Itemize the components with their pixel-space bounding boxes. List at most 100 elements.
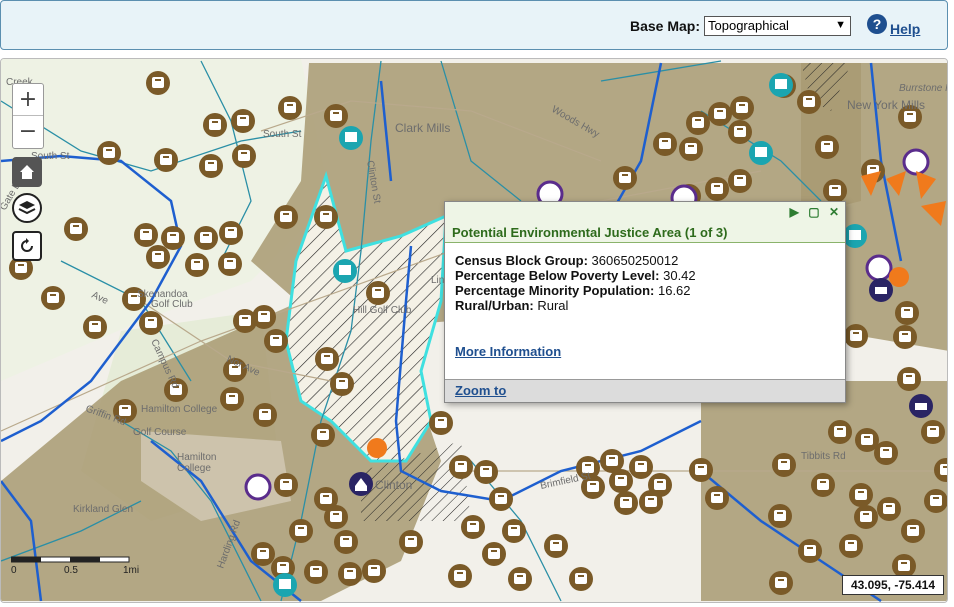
facility-marker-icon[interactable]: [823, 179, 847, 203]
help-link[interactable]: Help: [890, 21, 920, 37]
home-icon[interactable]: [12, 157, 42, 187]
close-icon[interactable]: ✕: [829, 205, 839, 219]
water-marker-icon[interactable]: [843, 224, 867, 248]
facility-marker-icon[interactable]: [653, 132, 677, 156]
facility-marker-icon[interactable]: [502, 519, 526, 543]
facility-marker-icon[interactable]: [613, 166, 637, 190]
facility-marker-icon[interactable]: [730, 96, 754, 120]
facility-marker-icon[interactable]: [895, 301, 919, 325]
facility-marker-icon[interactable]: [199, 154, 223, 178]
facility-marker-icon[interactable]: [154, 148, 178, 172]
facility-marker-icon[interactable]: [449, 455, 473, 479]
facility-marker-icon[interactable]: [874, 441, 898, 465]
facility-marker-icon[interactable]: [482, 542, 506, 566]
facility-marker-icon[interactable]: [311, 423, 335, 447]
facility-marker-icon[interactable]: [489, 487, 513, 511]
facility-marker-icon[interactable]: [399, 530, 423, 554]
facility-marker-icon[interactable]: [231, 109, 255, 133]
facility-marker-icon[interactable]: [338, 562, 362, 586]
water-marker-icon[interactable]: [749, 141, 773, 165]
facility-marker-icon[interactable]: [251, 542, 275, 566]
car-marker-icon[interactable]: [909, 394, 933, 418]
facility-marker-icon[interactable]: [844, 324, 868, 348]
facility-marker-icon[interactable]: [304, 560, 328, 584]
car-marker-icon[interactable]: [869, 278, 893, 302]
minus-icon[interactable]: −: [13, 116, 43, 147]
facility-marker-icon[interactable]: [728, 120, 752, 144]
help-icon[interactable]: ?: [867, 14, 887, 34]
water-marker-icon[interactable]: [339, 126, 363, 150]
facility-marker-icon[interactable]: [849, 483, 873, 507]
maximize-icon[interactable]: ▢: [808, 205, 819, 219]
facility-marker-icon[interactable]: [689, 458, 713, 482]
facility-marker-icon[interactable]: [544, 534, 568, 558]
facility-marker-icon[interactable]: [253, 403, 277, 427]
facility-marker-icon[interactable]: [839, 534, 863, 558]
water-marker-icon[interactable]: [273, 573, 297, 597]
facility-marker-icon[interactable]: [278, 96, 302, 120]
facility-marker-icon[interactable]: [232, 144, 256, 168]
facility-marker-icon[interactable]: [252, 305, 276, 329]
facility-marker-icon[interactable]: [362, 559, 386, 583]
facility-marker-icon[interactable]: [83, 315, 107, 339]
facility-marker-icon[interactable]: [194, 226, 218, 250]
house-marker-icon[interactable]: [349, 472, 373, 496]
facility-marker-icon[interactable]: [728, 169, 752, 193]
facility-marker-icon[interactable]: [508, 567, 532, 591]
facility-marker-icon[interactable]: [609, 469, 633, 493]
facility-marker-icon[interactable]: [134, 223, 158, 247]
facility-marker-icon[interactable]: [203, 113, 227, 137]
facility-marker-icon[interactable]: [679, 137, 703, 161]
basemap-select[interactable]: Topographical ▼: [704, 16, 851, 36]
facility-marker-icon[interactable]: [461, 515, 485, 539]
refresh-icon[interactable]: [12, 231, 42, 261]
facility-marker-icon[interactable]: [218, 252, 242, 276]
facility-marker-icon[interactable]: [705, 486, 729, 510]
facility-marker-icon[interactable]: [315, 347, 339, 371]
facility-marker-icon[interactable]: [474, 460, 498, 484]
facility-marker-icon[interactable]: [289, 519, 313, 543]
facility-marker-icon[interactable]: [768, 504, 792, 528]
facility-marker-icon[interactable]: [769, 571, 793, 595]
facility-marker-icon[interactable]: [324, 104, 348, 128]
facility-marker-icon[interactable]: [901, 519, 925, 543]
facility-marker-icon[interactable]: [274, 205, 298, 229]
facility-marker-icon[interactable]: [139, 311, 163, 335]
facility-marker-icon[interactable]: [220, 387, 244, 411]
facility-marker-icon[interactable]: [185, 253, 209, 277]
facility-marker-icon[interactable]: [648, 473, 672, 497]
facility-marker-icon[interactable]: [798, 539, 822, 563]
facility-marker-icon[interactable]: [366, 281, 390, 305]
facility-marker-icon[interactable]: [324, 505, 348, 529]
water-marker-icon[interactable]: [769, 73, 793, 97]
facility-marker-icon[interactable]: [811, 473, 835, 497]
facility-marker-icon[interactable]: [921, 420, 945, 444]
facility-marker-icon[interactable]: [629, 455, 653, 479]
play-icon[interactable]: ▶: [790, 205, 799, 219]
facility-marker-icon[interactable]: [828, 420, 852, 444]
zoom-to-link[interactable]: Zoom to: [455, 383, 506, 398]
facility-marker-icon[interactable]: [797, 90, 821, 114]
facility-marker-icon[interactable]: [146, 71, 170, 95]
facility-marker-icon[interactable]: [705, 177, 729, 201]
facility-marker-icon[interactable]: [877, 497, 901, 521]
more-information-link[interactable]: More Information: [455, 344, 561, 359]
facility-marker-icon[interactable]: [448, 564, 472, 588]
facility-marker-icon[interactable]: [334, 530, 358, 554]
facility-marker-icon[interactable]: [314, 205, 338, 229]
facility-marker-icon[interactable]: [854, 505, 878, 529]
facility-marker-icon[interactable]: [219, 221, 243, 245]
facility-marker-icon[interactable]: [146, 245, 170, 269]
facility-marker-icon[interactable]: [41, 286, 65, 310]
facility-marker-icon[interactable]: [429, 411, 453, 435]
facility-marker-icon[interactable]: [772, 453, 796, 477]
plus-icon[interactable]: +: [13, 84, 43, 115]
facility-marker-icon[interactable]: [330, 372, 354, 396]
facility-marker-icon[interactable]: [708, 102, 732, 126]
facility-marker-icon[interactable]: [97, 141, 121, 165]
facility-marker-icon[interactable]: [897, 367, 921, 391]
facility-marker-icon[interactable]: [264, 329, 288, 353]
layers-icon[interactable]: [12, 193, 42, 223]
facility-marker-icon[interactable]: [274, 473, 298, 497]
facility-marker-icon[interactable]: [815, 135, 839, 159]
